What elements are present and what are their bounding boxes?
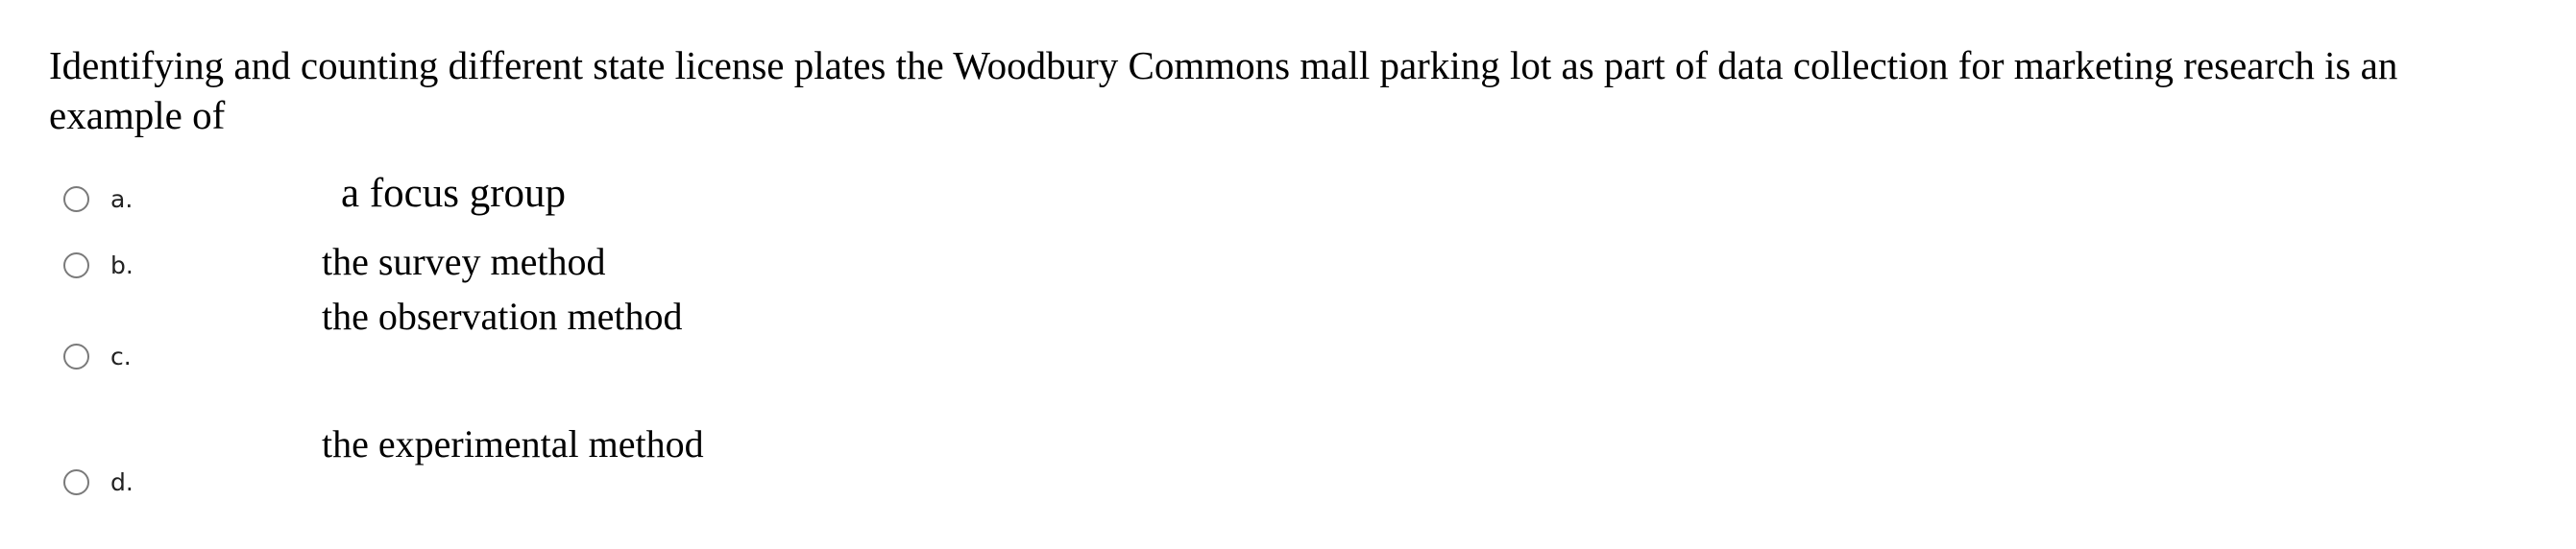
option-letter-b: b. <box>110 251 134 279</box>
option-text-d[interactable]: the experimental method <box>322 421 704 467</box>
option-text-b[interactable]: the survey method <box>322 239 606 285</box>
option-text-c[interactable]: the observation method <box>322 294 682 340</box>
radio-option-a[interactable] <box>63 186 89 212</box>
radio-option-c[interactable] <box>63 344 89 370</box>
question-text: Identifying and counting different state… <box>49 43 2398 137</box>
option-letter-a: a. <box>110 185 134 213</box>
option-letter-c: c. <box>110 343 132 370</box>
radio-option-b[interactable] <box>63 252 89 278</box>
option-text-a[interactable]: a focus group <box>341 171 566 217</box>
radio-option-d[interactable] <box>63 469 89 495</box>
option-letter-d: d. <box>110 468 134 496</box>
